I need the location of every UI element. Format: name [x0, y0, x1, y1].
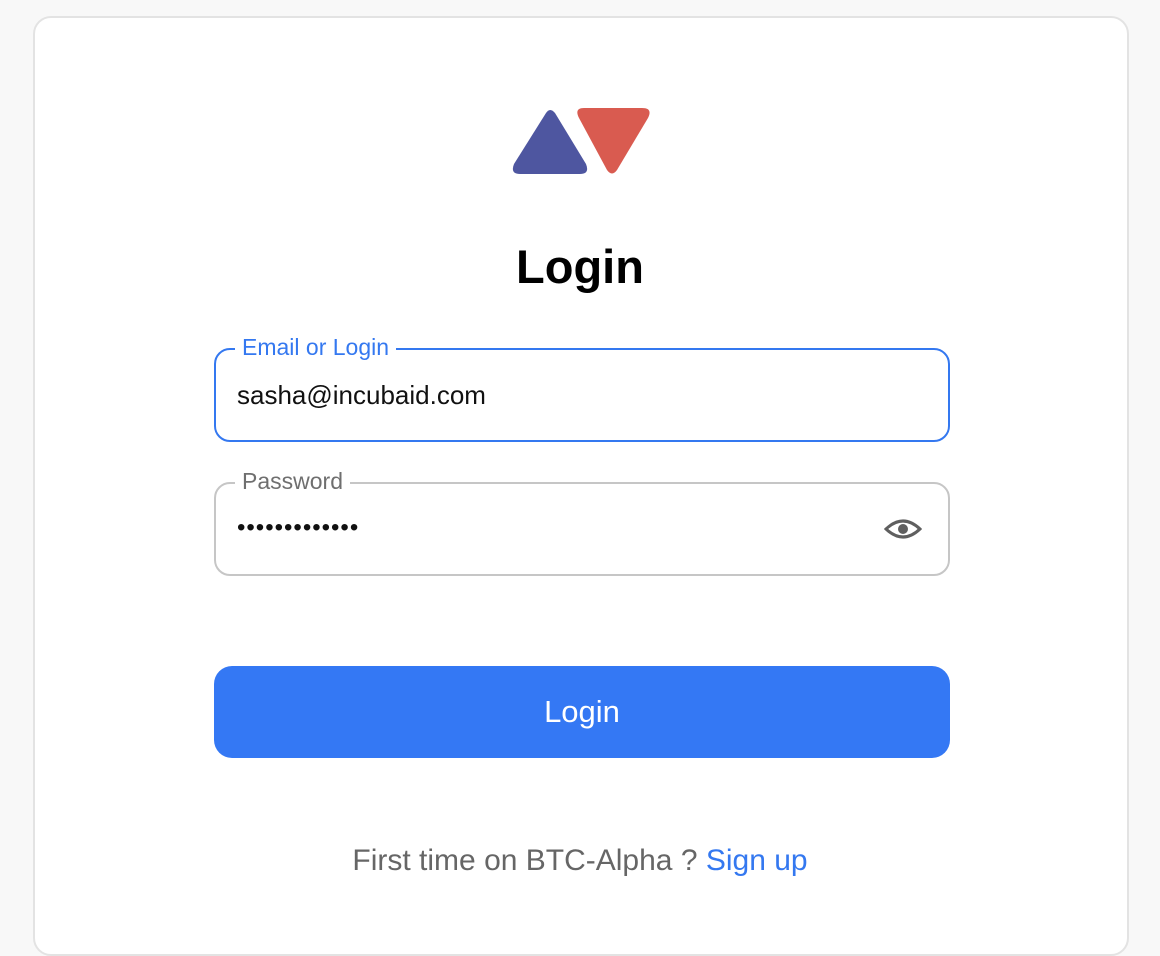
password-field[interactable]: Password •••••••••••••: [214, 465, 950, 576]
signup-link[interactable]: Sign up: [706, 844, 808, 877]
login-button[interactable]: Login: [214, 666, 950, 758]
password-input[interactable]: •••••••••••••: [237, 484, 359, 574]
signup-prompt: First time on BTC-Alpha ? Sign up: [0, 840, 1160, 882]
btc-alpha-logo-icon: [512, 108, 650, 174]
page-title: Login: [516, 240, 644, 293]
logo-left-triangle: [512, 110, 588, 174]
logo-right-triangle: [577, 108, 650, 174]
eye-icon[interactable]: [884, 513, 922, 545]
email-field[interactable]: Email or Login sasha@incubaid.com: [214, 331, 950, 442]
email-input[interactable]: sasha@incubaid.com: [237, 350, 486, 440]
signup-prompt-text: First time on BTC-Alpha ?: [352, 844, 706, 877]
